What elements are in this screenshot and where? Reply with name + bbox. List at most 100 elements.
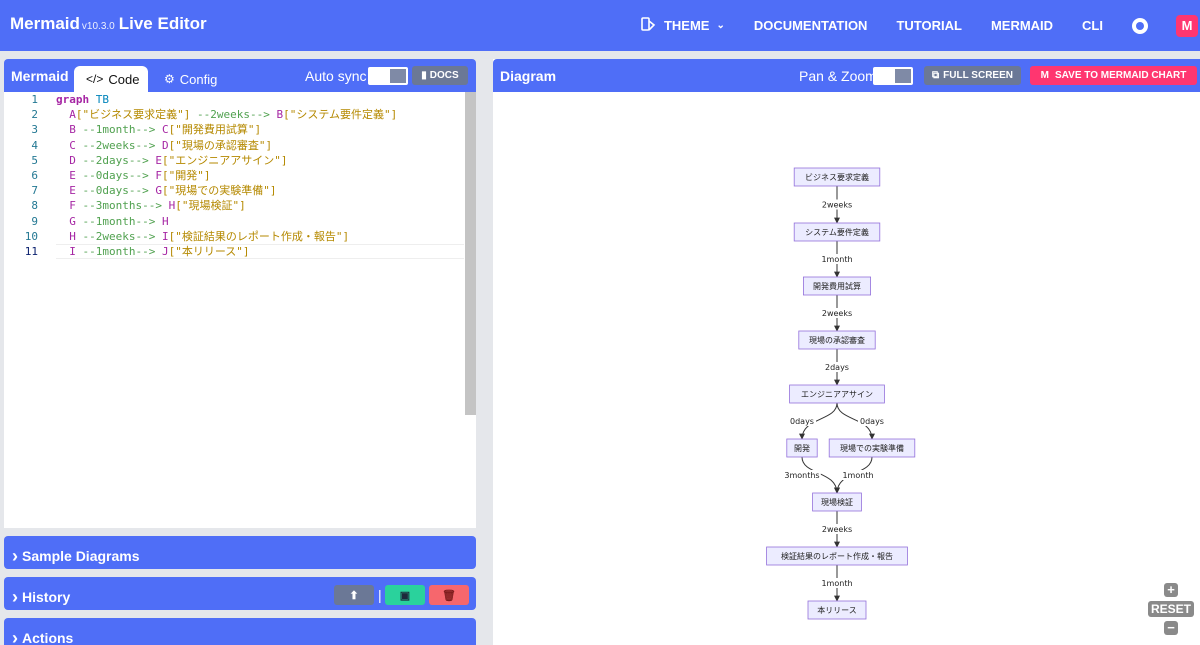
flow-node-D[interactable]: 現場の承認審査: [798, 330, 876, 350]
code-line[interactable]: G --1month--> H: [56, 214, 464, 229]
code-line[interactable]: C --2weeks--> D["現場の承認審査"]: [56, 138, 464, 153]
actions-section[interactable]: Actions: [4, 618, 476, 645]
code-token: --1month-->: [75, 123, 156, 137]
edge-label: 3months: [784, 471, 819, 480]
history-section[interactable]: History ⬆ | ▣ 🗑: [4, 577, 476, 610]
flow-node-I[interactable]: 検証結果のレポート作成・報告: [766, 546, 908, 566]
flow-node-H[interactable]: 現場検証: [812, 492, 862, 512]
code-line[interactable]: D --2days--> E["エンジニアアサイン"]: [56, 153, 464, 168]
edge-label: 2weeks: [822, 525, 852, 534]
flow-node-B[interactable]: システム要件定義: [793, 222, 881, 242]
node-label: 現場での実験準備: [840, 443, 904, 453]
save-history-button[interactable]: ▣: [385, 585, 425, 605]
code-line[interactable]: I --1month--> J["本リリース"]: [56, 243, 464, 260]
app-brand[interactable]: Mermaid v10.3.0 Live Editor: [10, 14, 207, 34]
code-token: G: [148, 184, 162, 198]
panzoom-label: Pan & Zoom: [799, 68, 877, 84]
nav-documentation[interactable]: DOCUMENTATION: [754, 18, 868, 33]
code-token: E: [56, 184, 76, 198]
code-token: ["開発"]: [161, 168, 211, 182]
code-editor[interactable]: 1 2 3 4 5 6 7 8 9 10 11 graph TB A["ビジネス要求定義"] --2…: [4, 92, 476, 528]
panzoom-toggle[interactable]: [873, 67, 913, 85]
editor-scrollbar[interactable]: [465, 92, 476, 415]
code-line[interactable]: H --2weeks--> I["検証結果のレポート作成・報告"]: [56, 229, 464, 244]
node-label: 開発: [794, 444, 810, 453]
tab-code-label: Code: [108, 71, 140, 87]
code-text-area[interactable]: graph TB A["ビジネス要求定義"] --2weeks--> B["シス…: [56, 92, 464, 260]
code-token: E: [148, 153, 162, 167]
flow-node-F[interactable]: 開発: [786, 438, 818, 458]
autosync-toggle[interactable]: [368, 67, 408, 85]
upload-history-button[interactable]: ⬆: [334, 585, 374, 605]
reset-zoom-button[interactable]: RESET: [1148, 601, 1194, 617]
code-token: D: [155, 138, 169, 152]
line-number: 4: [31, 138, 38, 152]
save-icon: ▣: [399, 589, 411, 602]
flow-node-J[interactable]: 本リリース: [807, 600, 867, 620]
line-number: 2: [31, 108, 38, 122]
autosync-label: Auto sync: [305, 68, 367, 84]
mermaid-chart-icon[interactable]: M: [1176, 14, 1198, 37]
code-token: A: [56, 108, 76, 122]
edge-label: 2weeks: [822, 201, 852, 210]
save-chart-label: SAVE TO MERMAID CHART: [1055, 70, 1187, 81]
clear-history-button[interactable]: 🗑: [429, 585, 469, 605]
node-label: 開発費用試算: [813, 281, 861, 291]
line-number: 3: [31, 123, 38, 137]
code-line[interactable]: F --3months--> H["現場検証"]: [56, 198, 464, 213]
trash-icon: 🗑: [442, 589, 456, 602]
flow-node-A[interactable]: ビジネス要求定義: [793, 167, 881, 187]
diagram-header: Diagram Pan & Zoom ⧉ FULL SCREEN M SAVE …: [493, 59, 1200, 92]
code-token: graph: [56, 93, 90, 106]
code-token: H: [155, 214, 169, 228]
line-number: 6: [31, 168, 38, 182]
node-label: ビジネス要求定義: [805, 172, 869, 182]
code-token: --2days-->: [75, 153, 149, 167]
docs-button[interactable]: ▮ DOCS: [412, 66, 468, 85]
nav-tutorial[interactable]: TUTORIAL: [896, 18, 961, 33]
flowchart-canvas[interactable]: 2weeks 1month 2weeks 2days 0days 0days 3months…: [493, 92, 1200, 645]
theme-dropdown[interactable]: THEME ⌄: [640, 16, 725, 35]
code-line[interactable]: E --0days--> F["開発"]: [56, 168, 464, 183]
sample-diagrams-section[interactable]: Sample Diagrams: [4, 536, 476, 569]
docs-label: DOCS: [429, 70, 459, 81]
diagram-title: Diagram: [500, 68, 557, 84]
fullscreen-button[interactable]: ⧉ FULL SCREEN: [924, 66, 1021, 85]
node-label: エンジニアアサイン: [801, 390, 873, 399]
code-line[interactable]: A["ビジネス要求定義"] --2weeks--> B["システム要件定義"]: [56, 107, 464, 122]
code-token: F: [148, 168, 162, 182]
code-line[interactable]: B --1month--> C["開発費用試算"]: [56, 122, 464, 137]
save-to-mermaid-chart-button[interactable]: M SAVE TO MERMAID CHART: [1030, 66, 1197, 85]
zoom-out-button[interactable]: −: [1164, 621, 1178, 635]
github-icon[interactable]: [1132, 17, 1148, 34]
code-token: ["現場での実験準備"]: [161, 184, 277, 198]
code-token: ["現場の承認審査"]: [168, 138, 273, 152]
app-name: Mermaid: [10, 14, 80, 33]
history-label: History: [12, 586, 70, 607]
nav-cli[interactable]: CLI: [1082, 18, 1103, 33]
tab-config[interactable]: ⚙ Config: [152, 66, 229, 92]
edge-label: 2days: [825, 363, 849, 372]
code-line[interactable]: E --0days--> G["現場での実験準備"]: [56, 183, 464, 198]
chevron-down-icon: ⌄: [716, 20, 725, 31]
flow-node-C[interactable]: 開発費用試算: [802, 276, 871, 296]
nav-mermaid[interactable]: MERMAID: [991, 18, 1053, 33]
node-label: 検証結果のレポート作成・報告: [781, 551, 893, 561]
flow-node-E[interactable]: エンジニアアサイン: [789, 384, 885, 404]
code-token: E: [56, 168, 76, 182]
app-version: v10.3.0: [81, 21, 115, 32]
book-icon: ▮: [421, 70, 427, 81]
zoom-in-button[interactable]: +: [1164, 583, 1178, 597]
code-token: J: [155, 244, 169, 258]
code-token: --1month-->: [75, 214, 156, 228]
editor-title: Mermaid: [11, 68, 69, 84]
flow-node-G[interactable]: 現場での実験準備: [828, 438, 916, 458]
line-number: 5: [31, 153, 38, 167]
theme-label: THEME: [663, 18, 710, 33]
app-title-suffix: Live Editor: [118, 14, 207, 33]
tab-code[interactable]: </> Code: [74, 66, 148, 92]
diagram-panel: Diagram Pan & Zoom ⧉ FULL SCREEN M SAVE …: [493, 59, 1200, 645]
code-token: --1month-->: [75, 244, 156, 258]
code-token: ["エンジニアアサイン"]: [161, 153, 288, 167]
code-line[interactable]: graph TB: [56, 92, 464, 107]
